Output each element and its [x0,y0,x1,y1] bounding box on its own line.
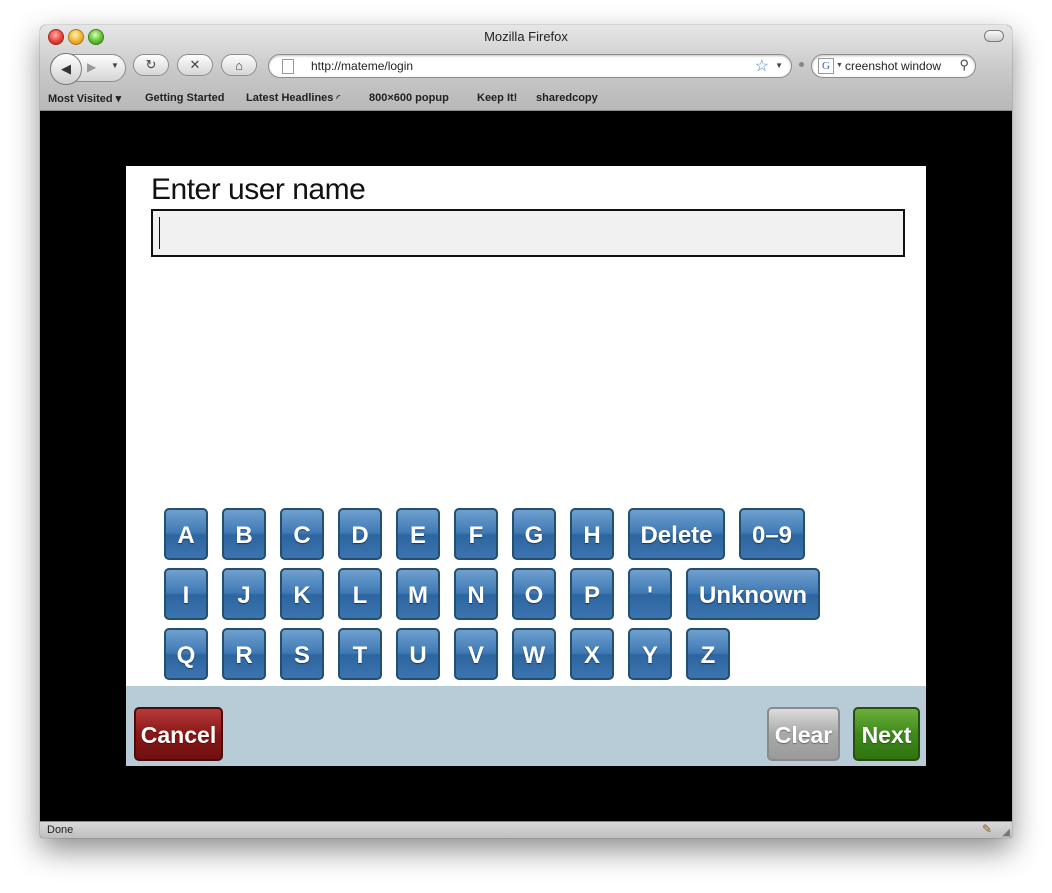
key-r[interactable]: R [222,628,266,680]
key-v[interactable]: V [454,628,498,680]
next-button[interactable]: Next [853,707,920,761]
status-bar: Done ✎ ◢ [40,821,1012,838]
bookmark-star-icon[interactable]: ☆ [755,56,769,76]
login-panel: Enter user name A B C D E F G H Delete 0… [126,166,926,766]
key-n[interactable]: N [454,568,498,620]
clear-button[interactable]: Clear [767,707,840,761]
toolbar-separator [799,62,804,67]
key-w[interactable]: W [512,628,556,680]
history-dropdown-button[interactable]: ▼ [111,61,119,70]
search-input[interactable]: creenshot window [845,59,941,73]
home-button[interactable]: ⌂ [221,54,257,76]
bookmark-keep-it[interactable]: Keep It! [477,92,517,104]
key-f[interactable]: F [454,508,498,560]
key-m[interactable]: M [396,568,440,620]
key-s[interactable]: S [280,628,324,680]
key-t[interactable]: T [338,628,382,680]
bookmark-popup[interactable]: 800×600 popup [369,92,449,104]
key-x[interactable]: X [570,628,614,680]
search-engine-icon[interactable]: G [818,58,834,74]
browser-window: Mozilla Firefox ◀ ▶ ▼ ↻ ✕ ⌂ http://matem… [40,25,1012,838]
page-title: Enter user name [151,173,366,206]
action-footer: Cancel Clear Next [126,686,926,766]
bookmark-most-visited[interactable]: Most Visited ▾ [48,92,121,105]
bookmarks-toolbar: Most Visited ▾ Getting Started Latest He… [40,87,1012,109]
url-bar[interactable]: http://mateme/login ☆ ▼ [268,54,792,78]
key-d[interactable]: D [338,508,382,560]
forward-button[interactable]: ▶ [87,60,96,74]
url-dropdown-icon[interactable]: ▼ [775,61,783,70]
url-text[interactable]: http://mateme/login [311,59,413,73]
back-button[interactable]: ◀ [50,53,82,85]
key-z[interactable]: Z [686,628,730,680]
search-bar[interactable]: G ▼ creenshot window ⚲ [811,54,976,78]
delete-key[interactable]: Delete [628,508,725,560]
page-icon [282,59,294,74]
window-title: Mozilla Firefox [484,29,568,44]
key-y[interactable]: Y [628,628,672,680]
key-a[interactable]: A [164,508,208,560]
toolbar-toggle-button[interactable] [984,30,1004,42]
key-g[interactable]: G [512,508,556,560]
nav-button-group: ◀ ▶ ▼ [50,53,126,85]
title-bar: Mozilla Firefox ◀ ▶ ▼ ↻ ✕ ⌂ http://matem… [40,25,1012,111]
text-caret [159,217,160,249]
stop-button[interactable]: ✕ [177,54,213,76]
reload-button[interactable]: ↻ [133,54,169,76]
key-o[interactable]: O [512,568,556,620]
key-c[interactable]: C [280,508,324,560]
bookmark-getting-started[interactable]: Getting Started [145,92,224,104]
addon-icon[interactable]: ✎ [982,822,992,836]
search-icon[interactable]: ⚲ [959,57,969,73]
key-q[interactable]: Q [164,628,208,680]
key-l[interactable]: L [338,568,382,620]
username-input[interactable] [151,209,905,257]
key-p[interactable]: P [570,568,614,620]
key-j[interactable]: J [222,568,266,620]
page-content: Enter user name A B C D E F G H Delete 0… [40,111,1012,821]
key-b[interactable]: B [222,508,266,560]
bookmark-latest-headlines[interactable]: Latest Headlines ◜ [246,92,340,104]
status-text: Done [47,824,74,836]
engine-dropdown-icon[interactable]: ▼ [836,62,843,69]
key-i[interactable]: I [164,568,208,620]
back-arrow-icon: ◀ [61,61,71,76]
home-icon: ⌂ [235,57,243,73]
key-u[interactable]: U [396,628,440,680]
reload-icon: ↻ [145,57,157,72]
key-e[interactable]: E [396,508,440,560]
resize-grip-icon[interactable]: ◢ [1002,827,1010,838]
cancel-button[interactable]: Cancel [134,707,223,761]
numbers-key[interactable]: 0–9 [739,508,805,560]
key-k[interactable]: K [280,568,324,620]
unknown-key[interactable]: Unknown [686,568,820,620]
bookmark-latest-headlines-label: Latest Headlines [246,92,334,104]
bookmark-sharedcopy[interactable]: sharedcopy [536,92,598,104]
key-h[interactable]: H [570,508,614,560]
rss-feed-icon: ◜ [336,93,340,103]
stop-icon: ✕ [189,57,201,72]
apostrophe-key[interactable]: ' [628,568,672,620]
